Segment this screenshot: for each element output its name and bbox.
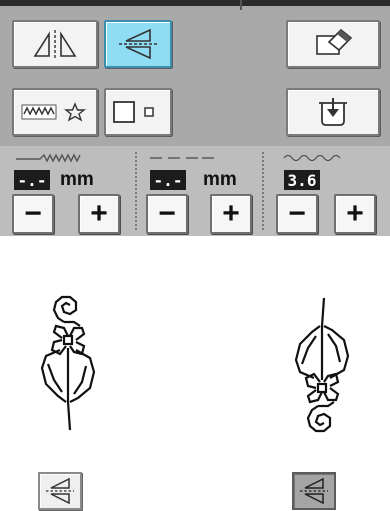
mirror-vertical-icon — [33, 30, 77, 58]
column-separator — [135, 152, 137, 230]
memory-pocket-icon — [319, 98, 347, 126]
mirror-horizontal-off-button[interactable] — [38, 472, 82, 510]
panel-top-divider — [240, 0, 242, 10]
width-unit: mm — [60, 169, 94, 190]
mirror-horizontal-button[interactable] — [104, 20, 172, 68]
mirror-vertical-button[interactable] — [12, 20, 98, 68]
length-value: -.- — [150, 170, 186, 190]
eraser-icon — [316, 28, 353, 55]
memory-button[interactable] — [286, 88, 380, 136]
stitch-length-icon — [150, 157, 214, 159]
mirror-horizontal-on-button[interactable] — [292, 472, 336, 510]
zigzag-width-icon — [16, 153, 81, 163]
density-minus-button[interactable]: − — [276, 194, 318, 234]
size-large-small-icon — [113, 101, 154, 123]
mirror-horizontal-icon — [119, 28, 157, 60]
stitch-pattern-star-icon — [21, 102, 86, 122]
column-separator — [262, 152, 264, 230]
flower-vine-pattern-icon — [40, 295, 96, 431]
density-plus-button[interactable]: + — [334, 194, 376, 234]
mirror-horizontal-icon — [46, 477, 74, 505]
length-plus-button[interactable]: + — [210, 194, 252, 234]
pattern-select-button[interactable] — [12, 88, 98, 136]
density-value: 3.6 — [284, 170, 320, 190]
size-toggle-button[interactable] — [104, 88, 172, 136]
width-plus-button[interactable]: + — [78, 194, 120, 234]
width-value: -.- — [14, 170, 50, 190]
clear-button[interactable] — [286, 20, 380, 68]
width-minus-button[interactable]: − — [12, 194, 54, 234]
panel-top-border — [0, 0, 390, 6]
length-unit: mm — [203, 169, 237, 190]
length-minus-button[interactable]: − — [146, 194, 188, 234]
flower-vine-pattern-mirrored-icon — [294, 297, 350, 433]
mirror-horizontal-icon — [300, 477, 328, 505]
satin-density-icon — [283, 154, 341, 162]
